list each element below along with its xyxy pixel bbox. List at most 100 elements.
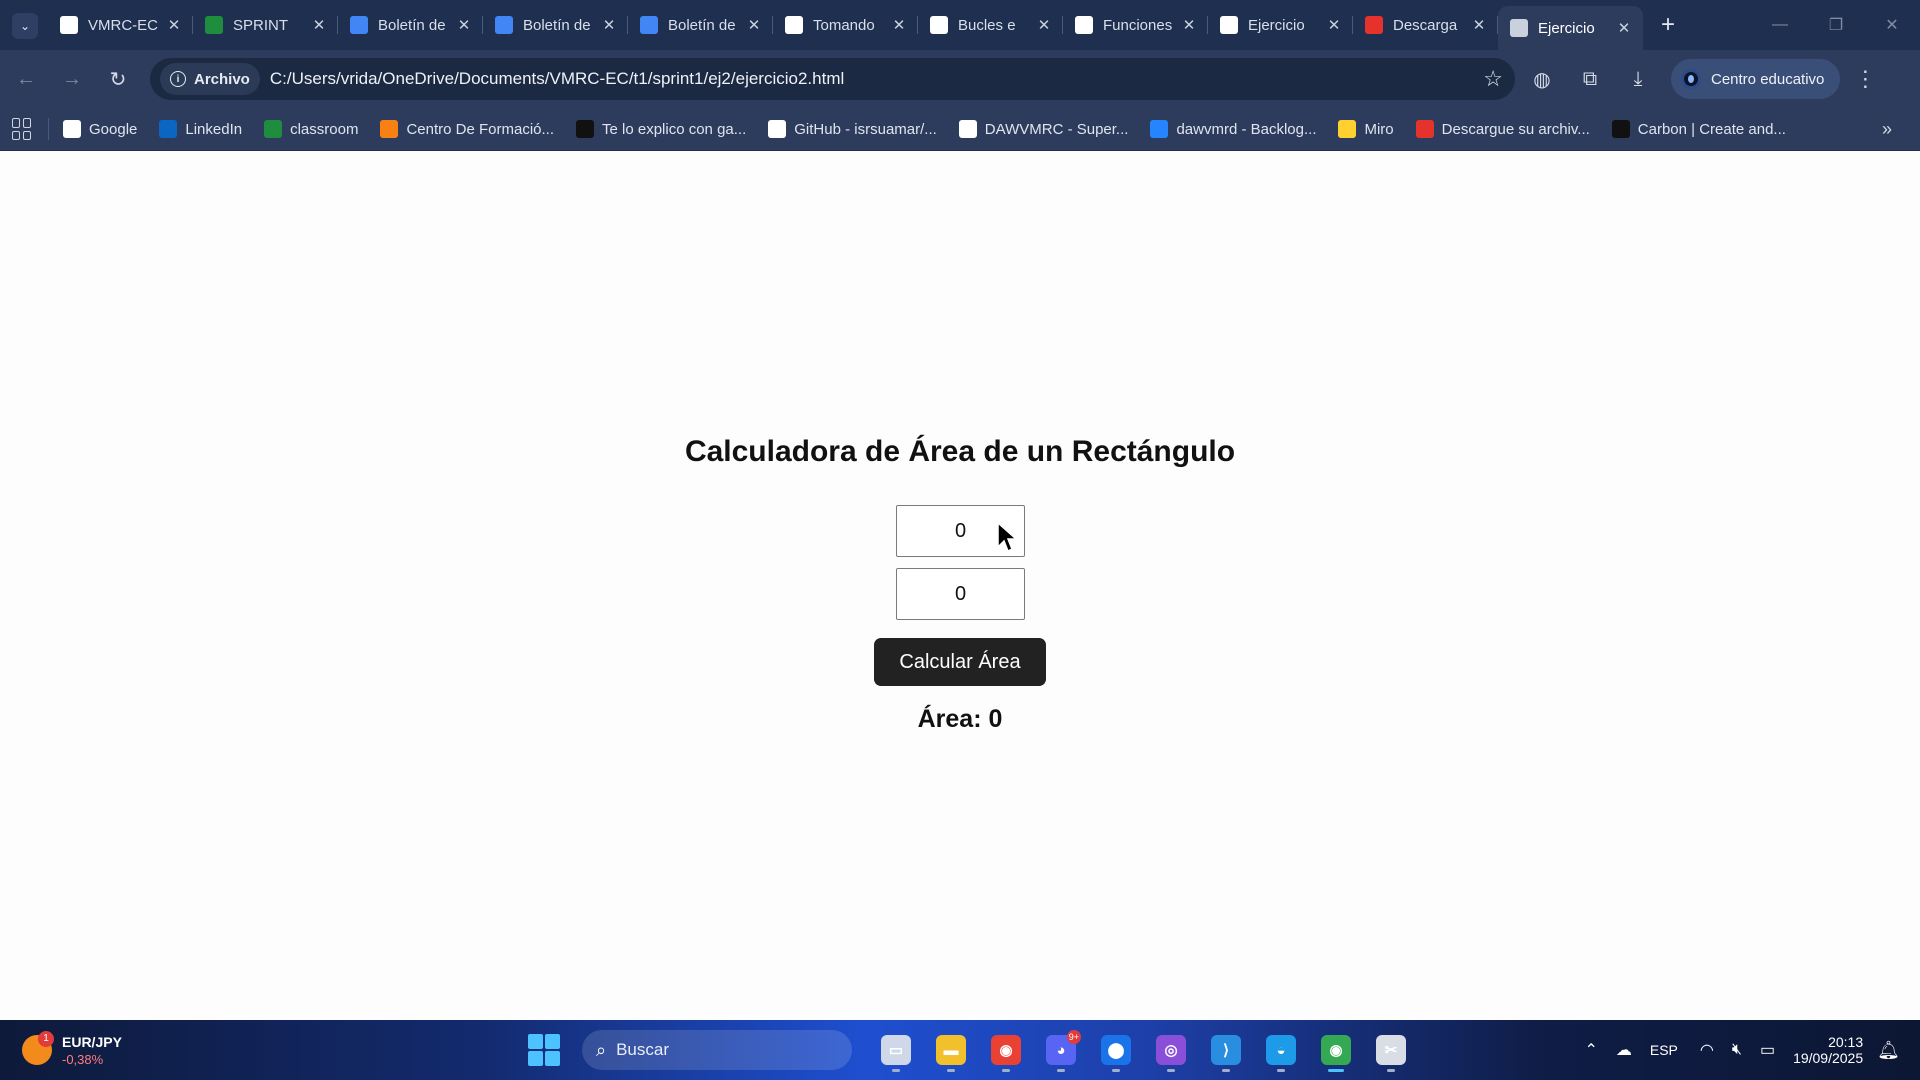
clock[interactable]: 20:13 19/09/2025 [1793,1034,1863,1066]
battery-icon[interactable]: ▭ [1760,1040,1775,1060]
tab-close-icon[interactable]: ✕ [745,16,763,34]
bookmark-item[interactable]: Miro [1338,120,1394,138]
docs-icon [495,16,513,34]
new-tab-button[interactable]: + [1651,8,1685,42]
more-bookmarks-button[interactable]: » [1882,119,1892,140]
widget-change: -0,38% [62,1051,104,1067]
forward-button[interactable]: → [52,59,92,99]
height-input[interactable] [896,568,1025,620]
maps-taskbar-button[interactable]: ⬤ [1094,1028,1138,1072]
maximize-button[interactable]: ❐ [1808,0,1864,50]
bookmark-star-icon[interactable]: ☆ [1483,66,1503,92]
profile-label: Centro educativo [1711,70,1825,88]
tab-9[interactable]: Descarga ✕ [1353,6,1498,44]
maps-icon: ⬤ [1101,1035,1131,1065]
tab-search-button[interactable]: ⌄ [12,13,38,39]
tab-title: SPRINT [233,16,289,34]
tab-5[interactable]: Tomando ✕ [773,6,918,44]
bookmark-item[interactable]: Centro De Formació... [380,120,554,138]
extensions-button[interactable]: ⧉ [1569,58,1611,100]
apps-grid-icon[interactable] [12,118,34,140]
tab-2[interactable]: Boletín de ✕ [338,6,483,44]
onedrive-error-icon[interactable]: ☁ [1616,1040,1632,1060]
tab-close-icon[interactable]: ✕ [1325,16,1343,34]
chrome-taskbar-button[interactable]: ◉ [984,1028,1028,1072]
docker-taskbar-button[interactable]: ◒ [1259,1028,1303,1072]
language-indicator[interactable]: ESP [1650,1042,1678,1058]
minimize-button[interactable]: — [1752,0,1808,50]
bookmark-item[interactable]: dawvmrd - Backlog... [1150,120,1316,138]
url-text[interactable]: C:/Users/vrida/OneDrive/Documents/VMRC-E… [270,69,1483,89]
ilovepdf-icon [1365,16,1383,34]
tab-6[interactable]: Bucles e ✕ [918,6,1063,44]
ilovepdf-icon [1415,120,1434,138]
volume-muted-icon[interactable]: 🔇︎ [1732,1041,1742,1059]
downloads-button[interactable]: ⤓ [1617,58,1659,100]
chrome-profile-taskbar-button[interactable]: ◉ [1314,1028,1358,1072]
snipping-tool-icon: ✂ [1376,1035,1406,1065]
tab-title: Funciones [1103,16,1173,34]
bookmark-item[interactable]: classroom [264,120,358,138]
bookmark-label: GitHub - isrsuamar/... [794,120,937,138]
github-desktop-icon: ◎ [1156,1035,1186,1065]
tab-close-icon[interactable]: ✕ [890,16,908,34]
back-button[interactable]: ← [6,59,46,99]
github-desktop-taskbar-button[interactable]: ◎ [1149,1028,1193,1072]
show-hidden-icons-chevron-icon[interactable]: ⌃ [1584,1040,1597,1060]
tab-8[interactable]: Ejercicio ✕ [1208,6,1353,44]
vscode-icon: ⟩ [1211,1035,1241,1065]
classroom-icon [205,16,223,34]
reload-button[interactable]: ↻ [98,59,138,99]
tab-close-icon[interactable]: ✕ [310,16,328,34]
bookmark-item[interactable]: Descargue su archiv... [1415,120,1590,138]
tab-0[interactable]: VMRC-EC ✕ [48,6,193,44]
start-button[interactable] [528,1034,560,1066]
classroom-icon [264,120,283,138]
tab-10[interactable]: Ejercicio ✕ [1498,6,1643,50]
tab-close-icon[interactable]: ✕ [1180,16,1198,34]
bookmark-item[interactable]: Te lo explico con ga... [576,120,746,138]
tab-1[interactable]: SPRINT ✕ [193,6,338,44]
tab-title: Ejercicio [1538,19,1595,37]
bookmark-item[interactable]: DAWVMRC - Super... [958,120,1128,138]
discord-taskbar-button[interactable]: ◕ 9+ [1039,1028,1083,1072]
tab-3[interactable]: Boletín de ✕ [483,6,628,44]
tab-title: Bucles e [958,16,1016,34]
tab-close-icon[interactable]: ✕ [1615,19,1633,37]
bookmark-item[interactable]: GitHub - isrsuamar/... [768,120,937,138]
address-bar[interactable]: i Archivo C:/Users/vrida/OneDrive/Docume… [150,58,1515,100]
vscode-taskbar-button[interactable]: ⟩ [1204,1028,1248,1072]
widgets-button[interactable]: 1 EUR/JPY -0,38% [22,1031,132,1067]
bookmark-label: classroom [290,120,359,138]
bookmark-label: dawvmrd - Backlog... [1176,120,1317,138]
tab-close-icon[interactable]: ✕ [600,16,618,34]
tab-close-icon[interactable]: ✕ [165,16,183,34]
extension-grammarly-button[interactable]: ◍ [1521,58,1563,100]
window-controls: — ❐ ✕ [1752,0,1920,50]
notification-bell-icon[interactable]: 🔔︎ [1877,1040,1900,1061]
browser-menu-button[interactable]: ⋮ [1854,66,1876,92]
taskbar-search[interactable]: ⌕ Buscar [582,1030,852,1070]
snipping-tool-taskbar-button[interactable]: ✂ [1369,1028,1413,1072]
bookmark-item[interactable]: Google [63,120,137,138]
system-tray: ⌃ ☁ ESP ◠ 🔇︎ ▭ 20:13 19/09/2025 🔔︎ [1584,1034,1920,1066]
tab-4[interactable]: Boletín de ✕ [628,6,773,44]
plus-icon: + [1660,11,1675,38]
tab-close-icon[interactable]: ✕ [1470,16,1488,34]
calculate-area-button[interactable]: Calcular Área [874,638,1046,686]
wifi-icon[interactable]: ◠ [1700,1040,1714,1060]
task-view-taskbar-button[interactable]: ▭ [874,1028,918,1072]
bookmark-item[interactable]: LinkedIn [159,120,242,138]
file-explorer-taskbar-button[interactable]: ▬ [929,1028,973,1072]
tab-7[interactable]: Funciones ✕ [1063,6,1208,44]
tab-close-icon[interactable]: ✕ [1035,16,1053,34]
tab-title: Boletín de [378,16,446,34]
profile-button[interactable]: Centro educativo [1671,59,1841,99]
close-window-button[interactable]: ✕ [1864,0,1920,50]
bookmark-item[interactable]: Carbon | Create and... [1611,120,1786,138]
tab-close-icon[interactable]: ✕ [455,16,473,34]
grammarly-icon: ◍ [1533,68,1551,91]
mouse-cursor-icon [997,521,1018,553]
site-info-chip[interactable]: i Archivo [160,63,260,95]
widget-ticker: EUR/JPY [62,1033,122,1050]
